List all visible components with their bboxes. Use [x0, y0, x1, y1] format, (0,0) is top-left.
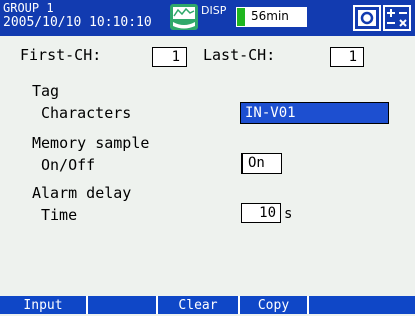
memory-section-label: Memory sample: [32, 134, 150, 152]
softkey-input[interactable]: Input: [0, 296, 88, 314]
memory-onoff-label: On/Off: [41, 156, 96, 174]
datetime-display: 2005/10/10 10:10:10: [3, 15, 152, 30]
alarm-time-label: Time: [41, 206, 78, 224]
first-ch-field[interactable]: 1: [152, 47, 187, 67]
record-icon: [353, 5, 381, 31]
alarm-time-unit: s: [284, 206, 293, 222]
softkey-copy[interactable]: Copy: [240, 296, 309, 314]
memory-timer: 56min: [236, 7, 307, 27]
timer-text: 56min: [251, 9, 289, 23]
softkey-clear[interactable]: Clear: [158, 296, 240, 314]
tag-characters-field[interactable]: IN-V01: [240, 102, 389, 124]
memory-onoff-field[interactable]: On: [241, 153, 282, 174]
group-name: GROUP 1: [3, 1, 54, 15]
tag-characters-label: Characters: [41, 104, 132, 122]
alarm-section-label: Alarm delay: [32, 184, 132, 202]
alarm-time-field[interactable]: 10: [241, 203, 281, 223]
display-memory-icon: [170, 4, 198, 30]
first-ch-label: First-CH:: [20, 46, 102, 64]
status-header: GROUP 1 2005/10/10 10:10:10 DISP 56min: [0, 0, 415, 36]
disp-label: DISP: [201, 4, 227, 17]
last-ch-field[interactable]: 1: [330, 47, 364, 67]
last-ch-label: Last-CH:: [203, 46, 276, 64]
softkey-bar: Input Clear Copy: [0, 296, 415, 314]
tag-section-label: Tag: [32, 82, 60, 100]
math-icon: [383, 5, 411, 31]
softkey-empty[interactable]: [88, 296, 158, 314]
timer-fill: [237, 8, 245, 26]
